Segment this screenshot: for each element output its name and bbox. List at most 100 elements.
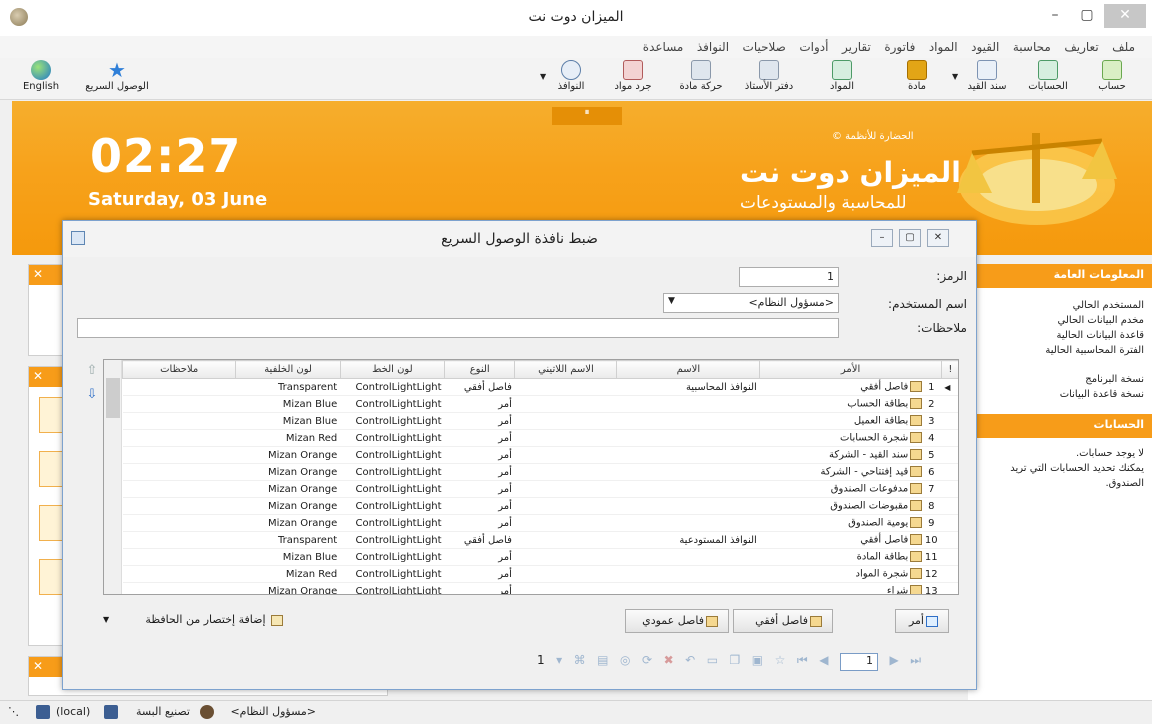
chevron-down-icon[interactable]: ▼ <box>103 615 109 624</box>
table-row[interactable]: Mizan Orange ControlLightLight أمر 8 مقبوضات… <box>122 497 958 515</box>
dialog-close-button[interactable]: ✕ <box>927 229 949 247</box>
cell-type[interactable]: فاصل أفقي <box>444 531 515 549</box>
row-indicator[interactable] <box>941 531 958 549</box>
table-row[interactable]: Mizan Orange ControlLightLight أمر 6 قيد إفت… <box>122 463 958 481</box>
cell-font-color[interactable]: ControlLightLight <box>340 514 445 532</box>
cell-notes[interactable] <box>122 480 236 498</box>
attach-icon[interactable]: ⌘ <box>574 653 586 667</box>
col-command[interactable]: الأمر <box>759 360 942 379</box>
new-icon[interactable]: ▭ <box>707 653 718 667</box>
cell-latin-name[interactable] <box>514 514 617 532</box>
row-indicator[interactable] <box>941 565 958 583</box>
cell-type[interactable]: أمر <box>444 429 515 447</box>
cell-font-color[interactable]: ControlLightLight <box>340 582 445 594</box>
table-row[interactable]: Mizan Blue ControlLightLight أمر 2 بطاقة الح… <box>122 395 958 413</box>
cell-name[interactable]: النوافذ المستودعية <box>616 531 760 549</box>
cell-name[interactable]: النوافذ المحاسبية <box>616 378 760 396</box>
cell-notes[interactable] <box>122 463 236 481</box>
row-indicator[interactable] <box>941 497 958 515</box>
cell-command[interactable]: 3 بطاقة العميل <box>759 412 942 430</box>
cell-type[interactable]: فاصل أفقي <box>444 378 515 396</box>
scroll-thumb[interactable] <box>106 378 120 418</box>
cell-latin-name[interactable] <box>514 446 617 464</box>
cell-latin-name[interactable] <box>514 429 617 447</box>
cell-bg-color[interactable]: Mizan Orange <box>235 497 341 515</box>
cell-name[interactable] <box>616 497 760 515</box>
cell-command[interactable]: 6 قيد إفتتاحي - الشركة <box>759 463 942 481</box>
cell-name[interactable] <box>616 463 760 481</box>
tree-icon[interactable]: ▤ <box>597 653 608 667</box>
cell-font-color[interactable]: ControlLightLight <box>340 531 445 549</box>
table-row[interactable]: Transparent ControlLightLight فاصل أفقي الن… <box>122 378 958 396</box>
toolbar-journal-button[interactable]: ▼ سند القيد <box>952 58 1014 100</box>
cell-font-color[interactable]: ControlLightLight <box>340 463 445 481</box>
refresh-icon[interactable]: ⟳ <box>642 653 652 667</box>
cell-bg-color[interactable]: Mizan Blue <box>235 548 341 566</box>
col-latin-name[interactable]: الاسم اللاتيني <box>514 360 618 379</box>
menu-materials[interactable]: المواد <box>924 36 963 58</box>
cell-notes[interactable] <box>122 514 236 532</box>
cell-command[interactable]: 11 بطاقة المادة <box>759 548 942 566</box>
english-button[interactable]: English <box>18 58 64 100</box>
cell-latin-name[interactable] <box>514 463 617 481</box>
cell-command[interactable]: 8 مقبوضات الصندوق <box>759 497 942 515</box>
table-row[interactable]: Mizan Orange ControlLightLight أمر 7 مدفوعات… <box>122 480 958 498</box>
cell-type[interactable]: أمر <box>444 412 515 430</box>
row-indicator[interactable] <box>941 429 958 447</box>
cell-command[interactable]: 13 شراء <box>759 582 942 594</box>
cell-type[interactable]: أمر <box>444 395 515 413</box>
add-vertical-separator-button[interactable]: فاصل عمودي <box>625 609 729 633</box>
close-icon[interactable]: ✕ <box>29 265 63 285</box>
save-icon[interactable]: ▣ <box>752 653 763 667</box>
move-up-icon[interactable]: ⇧ <box>85 363 99 378</box>
menu-entries[interactable]: القيود <box>966 36 1004 58</box>
cell-command[interactable]: 7 مدفوعات الصندوق <box>759 480 942 498</box>
user-select[interactable]: <مسؤول النظام> ▼ <box>663 293 839 313</box>
add-command-button[interactable]: أمر <box>895 609 949 633</box>
banner-controls[interactable]: ⏸ <box>552 107 622 125</box>
cell-notes[interactable] <box>122 429 236 447</box>
menu-file[interactable]: ملف <box>1107 36 1140 58</box>
row-indicator[interactable] <box>941 463 958 481</box>
undo-icon[interactable]: ↶ <box>685 653 695 667</box>
menu-tools[interactable]: أدوات <box>794 36 833 58</box>
cell-latin-name[interactable] <box>514 565 617 583</box>
col-font-color[interactable]: لون الخط <box>339 360 446 379</box>
chevron-down-icon[interactable]: ▼ <box>952 72 958 81</box>
cell-name[interactable] <box>616 582 760 594</box>
menu-definitions[interactable]: تعاريف <box>1059 36 1103 58</box>
row-indicator[interactable] <box>941 548 958 566</box>
cell-bg-color[interactable]: Mizan Red <box>235 565 341 583</box>
table-row[interactable]: Mizan Blue ControlLightLight أمر 11 بطاقة ال… <box>122 548 958 566</box>
table-row[interactable]: Mizan Orange ControlLightLight أمر 5 سند الق… <box>122 446 958 464</box>
code-field[interactable]: 1 <box>739 267 839 287</box>
cell-latin-name[interactable] <box>514 497 617 515</box>
cell-name[interactable] <box>616 548 760 566</box>
grid-scrollbar[interactable] <box>104 360 122 594</box>
cell-latin-name[interactable] <box>514 378 617 396</box>
col-name[interactable]: الاسم <box>616 360 761 379</box>
cell-notes[interactable] <box>122 582 236 594</box>
next-record-icon[interactable]: ▶ <box>889 653 898 667</box>
col-notes[interactable]: ملاحظات <box>121 360 237 379</box>
toolbar-material-button[interactable]: مادة <box>896 58 938 100</box>
menu-windows[interactable]: النوافذ <box>692 36 734 58</box>
cell-bg-color[interactable]: Mizan Blue <box>235 412 341 430</box>
chevron-down-icon[interactable]: ▼ <box>540 72 546 81</box>
previous-record-icon[interactable]: ◀ <box>819 653 828 667</box>
general-info-header[interactable]: المعلومات العامة <box>968 264 1152 288</box>
cell-font-color[interactable]: ControlLightLight <box>340 497 445 515</box>
col-type[interactable]: النوع <box>444 360 516 379</box>
cell-notes[interactable] <box>122 497 236 515</box>
cell-type[interactable]: أمر <box>444 548 515 566</box>
cell-font-color[interactable]: ControlLightLight <box>340 548 445 566</box>
toolbar-material-movement-button[interactable]: حركة مادة <box>672 58 730 100</box>
cell-type[interactable]: أمر <box>444 565 515 583</box>
cell-bg-color[interactable]: Mizan Orange <box>235 514 341 532</box>
cell-command[interactable]: 1 فاصل أفقي <box>759 378 942 396</box>
menu-permissions[interactable]: صلاحيات <box>738 36 791 58</box>
cell-latin-name[interactable] <box>514 395 617 413</box>
table-row[interactable]: Mizan Orange ControlLightLight أمر 9 يومية ا… <box>122 514 958 532</box>
maximize-button[interactable]: ▢ <box>1072 4 1102 28</box>
cell-notes[interactable] <box>122 531 236 549</box>
